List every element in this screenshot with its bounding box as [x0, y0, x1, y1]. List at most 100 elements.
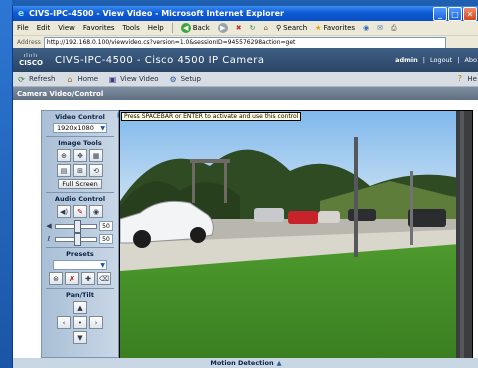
presets-select[interactable]: ▼	[53, 260, 107, 270]
record-button[interactable]: ▤	[57, 164, 71, 177]
parked-car	[318, 211, 340, 223]
preset-delete-button[interactable]: ✗	[65, 272, 79, 285]
pole-highlight	[460, 111, 464, 359]
audio-control-title: Audio Control	[54, 195, 106, 203]
fit-button[interactable]: ⊞	[73, 164, 87, 177]
move-button[interactable]: ✥	[73, 149, 87, 162]
pan-up-button[interactable]: ▲	[73, 301, 87, 314]
user-name: admin	[395, 56, 418, 64]
talk-icon: ◉	[92, 207, 100, 216]
mic-volume-value: 50	[99, 234, 113, 244]
shelter-post	[192, 163, 195, 203]
divider	[46, 288, 114, 289]
pan-down-row: ▼	[42, 331, 118, 344]
menu-favorites[interactable]: Favorites	[83, 24, 115, 32]
pan-home-icon: •	[77, 318, 83, 327]
preset-go-button[interactable]: ⊛	[49, 272, 63, 285]
pan-down-button[interactable]: ▼	[73, 331, 87, 344]
speaker-button[interactable]: ◀)	[57, 205, 71, 218]
image-tools-row-1: ⊕ ✥ ▦	[42, 149, 118, 162]
pan-left-button[interactable]: ‹	[57, 316, 71, 329]
image-tools-row-2: ▤ ⊞ ⟲	[42, 164, 118, 177]
refresh-icon: ↻	[249, 24, 256, 32]
microphone-icon: ✎	[77, 207, 83, 216]
logout-link[interactable]: Logout	[430, 56, 452, 64]
pan-home-button[interactable]: •	[73, 316, 87, 329]
parked-car	[348, 209, 376, 221]
preset-buttons: ⊛ ✗ ✚ ⌫	[42, 272, 118, 285]
nav-help[interactable]: ? He	[455, 74, 477, 83]
zoom-in-button[interactable]: ⊕	[57, 149, 71, 162]
speaker-small-icon: ◀	[46, 222, 52, 230]
star-icon: ★	[315, 24, 322, 32]
speaker-volume-slider[interactable]: ◀ 50	[42, 219, 118, 233]
presets-title: Presets	[66, 250, 94, 258]
about-link[interactable]: Abo	[464, 56, 477, 64]
media-button[interactable]: ◉	[363, 24, 369, 32]
fit-icon: ⊞	[77, 166, 83, 175]
back-button[interactable]: ◀ Back	[180, 23, 210, 33]
mic-button[interactable]: ✎	[73, 205, 87, 218]
video-feed[interactable]	[119, 110, 473, 360]
restore-button[interactable]: ⟲	[89, 164, 103, 177]
motion-detection-bar[interactable]: Motion Detection ▲	[13, 358, 478, 368]
stop-button[interactable]: ✖	[236, 24, 242, 32]
menu-help[interactable]: Help	[148, 24, 164, 32]
divider	[46, 136, 114, 137]
search-button[interactable]: ⚲ Search	[276, 24, 307, 32]
nav-refresh[interactable]: ⟳ Refresh	[17, 75, 55, 84]
page-title: CIVS-IPC-4500 - Cisco 4500 IP Camera	[55, 54, 265, 66]
camera-icon: ▣	[108, 74, 117, 84]
nav-view-video[interactable]: ▣ View Video	[108, 74, 159, 84]
parked-car	[254, 208, 284, 222]
talk-button[interactable]: ◉	[89, 205, 103, 218]
speaker-icon: ◀)	[59, 207, 69, 216]
menu-tools[interactable]: Tools	[123, 24, 140, 32]
add-icon: ✚	[85, 274, 91, 283]
cisco-wordmark: CISCO	[19, 59, 43, 67]
back-arrow-icon: ◀	[180, 23, 191, 33]
nav-setup-label: Setup	[180, 75, 201, 83]
nav-home[interactable]: ⌂ Home	[65, 75, 98, 84]
print-icon: ⎙	[391, 23, 397, 32]
menu-file[interactable]: File	[17, 24, 29, 32]
mic-volume-slider[interactable]: ℓ 50	[42, 232, 118, 246]
audio-buttons: ◀) ✎ ◉	[42, 205, 118, 218]
refresh-browser-button[interactable]: ↻	[250, 24, 256, 32]
pan-tilt-title: Pan/Tilt	[66, 291, 94, 299]
forward-button[interactable]: ▶	[217, 23, 228, 33]
media-icon: ◉	[363, 24, 370, 32]
divider	[46, 192, 114, 193]
menu-view[interactable]: View	[58, 24, 75, 32]
snapshot-button[interactable]: ▦	[89, 149, 103, 162]
camera-header: ılıılı CISCO CIVS-IPC-4500 - Cisco 4500 …	[13, 48, 478, 72]
stop-icon: ✖	[235, 24, 242, 32]
help-icon: ?	[457, 74, 463, 83]
image-tools-title: Image Tools	[58, 139, 102, 147]
menu-edit[interactable]: Edit	[37, 24, 51, 32]
print-button[interactable]: ⎙	[391, 24, 397, 33]
full-screen-button[interactable]: Full Screen	[58, 179, 102, 189]
title-bar: e CIVS-IPC-4500 - View Video - Microsoft…	[13, 6, 478, 21]
address-input[interactable]: http://192.168.0.100/viewvideo.cs?versio…	[43, 36, 446, 49]
shelter-roof	[190, 159, 230, 163]
control-panel: Video Control ▶ 1920x1080 ▼ Image Tools …	[41, 110, 123, 358]
mic-slider-thumb[interactable]	[74, 232, 81, 246]
close-button[interactable]: ✕	[463, 7, 477, 21]
resolution-value: 1920x1080	[57, 124, 94, 132]
minimize-button[interactable]: _	[433, 7, 447, 21]
light-pole	[410, 171, 413, 245]
preset-trash-button[interactable]: ⌫	[97, 272, 111, 285]
resolution-select[interactable]: 1920x1080 ▼	[53, 123, 107, 133]
chevron-up-icon: ▲	[276, 359, 282, 367]
maximize-button[interactable]: □	[448, 7, 462, 21]
nav-setup[interactable]: ⚙ Setup	[169, 75, 201, 84]
favorites-button[interactable]: ★ Favorites	[315, 24, 355, 32]
preset-add-button[interactable]: ✚	[81, 272, 95, 285]
chevron-right-icon: ›	[94, 318, 98, 327]
desktop-strip	[0, 0, 12, 368]
mail-button[interactable]: ✉	[377, 24, 383, 32]
home-browser-button[interactable]: ⌂	[264, 24, 268, 32]
pan-right-button[interactable]: ›	[89, 316, 103, 329]
speaker-slider-thumb[interactable]	[74, 219, 81, 233]
